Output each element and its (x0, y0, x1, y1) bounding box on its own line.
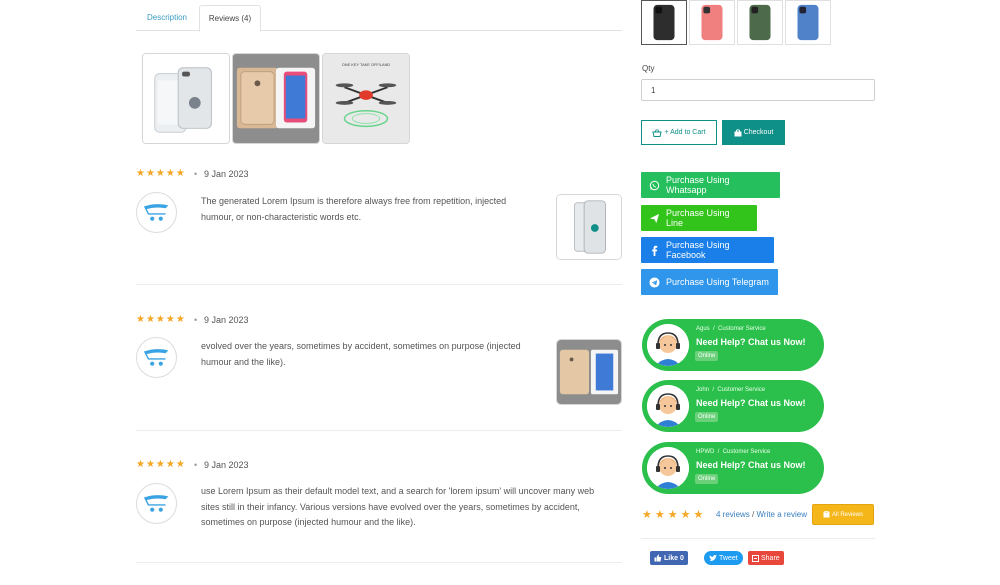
share-label: Share (761, 554, 780, 562)
purchase-whatsapp-label: Purchase Using Whatsapp (666, 175, 730, 195)
facebook-like-button[interactable]: Like 0 (650, 551, 688, 565)
agent-avatar (647, 385, 689, 427)
qty-label: Qty (642, 64, 655, 73)
chat-agent-card[interactable]: HPWD / Customer Service Need Help? Chat … (642, 442, 824, 494)
swatch-green-case[interactable] (737, 0, 783, 45)
swatch-black-case[interactable] (641, 0, 687, 45)
agent-meta: HPWD / Customer Service (696, 449, 771, 455)
chat-agent-card[interactable]: Agus / Customer Service Need Help? Chat … (642, 319, 824, 371)
purchase-telegram-button[interactable]: Purchase Using Telegram (641, 269, 778, 295)
separator-dot: • (194, 460, 198, 470)
svg-text:ONE KEY TAKE OFF/LAND: ONE KEY TAKE OFF/LAND (342, 62, 391, 67)
summary-divider (641, 538, 875, 539)
online-badge: Online (695, 412, 719, 422)
purchase-facebook-label: Purchase Using Facebook (666, 240, 730, 260)
review-divider (136, 284, 622, 285)
add-to-cart-label: + Add to Cart (664, 129, 706, 136)
chat-title: Need Help? Chat us Now! (696, 337, 806, 347)
swatch-pink-case[interactable] (689, 0, 735, 45)
gallery-thumb-drone[interactable]: ONE KEY TAKE OFF/LAND (322, 53, 410, 144)
review-date: 9 Jan 2023 (204, 169, 249, 179)
review-date: 9 Jan 2023 (204, 315, 249, 325)
gallery-thumb-silver-phone[interactable] (142, 53, 230, 144)
thumbs-up-icon (654, 554, 662, 562)
review-rating-stars: ★★★★★ (136, 314, 186, 325)
online-badge: Online (695, 351, 719, 361)
review-rating-stars: ★★★★★ (136, 459, 186, 470)
all-reviews-label: All Reviews (831, 511, 863, 518)
purchase-line-label: Purchase Using Line (666, 208, 730, 228)
basket-icon (652, 128, 663, 137)
summary-rating-stars: ★★★★★ (642, 509, 707, 521)
review-text: use Lorem Ipsum as their default model t… (201, 486, 595, 527)
tweet-button[interactable]: Tweet (704, 551, 743, 565)
reviews-count-link[interactable]: 4 reviews (716, 510, 750, 519)
gallery-thumb-gold-phone-box[interactable] (232, 53, 320, 144)
purchase-telegram-label: Purchase Using Telegram (666, 277, 769, 287)
review-photo[interactable] (556, 194, 622, 260)
reviewer-avatar (136, 337, 177, 378)
purchase-line-button[interactable]: Purchase Using Line (641, 205, 757, 231)
facebook-icon (652, 245, 658, 256)
agent-meta: Agus / Customer Service (696, 326, 766, 332)
checkout-label: Checkout (743, 129, 774, 136)
review-divider (136, 430, 622, 431)
tweet-label: Tweet (719, 554, 738, 562)
write-review-link[interactable]: Write a review (756, 510, 807, 519)
purchase-facebook-button[interactable]: Purchase Using Facebook (641, 237, 774, 263)
review-date: 9 Jan 2023 (204, 460, 249, 470)
review-text: evolved over the years, sometimes by acc… (201, 341, 521, 367)
review-text: The generated Lorem Ipsum is therefore a… (201, 196, 507, 222)
whatsapp-icon (649, 180, 660, 190)
share-button[interactable]: Share (748, 551, 784, 565)
paper-plane-icon (649, 213, 660, 223)
box-icon (823, 511, 830, 518)
chat-title: Need Help? Chat us Now! (696, 460, 806, 470)
tab-description[interactable]: Description (136, 5, 198, 31)
agent-avatar (647, 324, 689, 366)
share-icon (752, 554, 759, 562)
review-summary-links: 4 reviews / Write a review (716, 510, 807, 519)
shopping-bag-icon (734, 128, 742, 136)
checkout-button[interactable]: Checkout (722, 120, 785, 145)
chat-agent-card[interactable]: John / Customer Service Need Help? Chat … (642, 380, 824, 432)
reviewer-avatar (136, 483, 177, 524)
review-rating-stars: ★★★★★ (136, 168, 186, 179)
all-reviews-button[interactable]: All Reviews (812, 504, 874, 525)
online-badge: Online (695, 474, 719, 484)
product-tabs: Description Reviews (4) (136, 5, 622, 32)
agent-meta: John / Customer Service (696, 387, 766, 393)
review-photo[interactable] (556, 339, 622, 405)
add-to-cart-button[interactable]: + Add to Cart (641, 120, 717, 145)
twitter-bird-icon (709, 554, 717, 561)
review-divider (136, 562, 622, 563)
reviewer-avatar (136, 192, 177, 233)
like-label: Like 0 (664, 554, 684, 562)
chat-title: Need Help? Chat us Now! (696, 398, 806, 408)
tab-reviews[interactable]: Reviews (4) (199, 5, 261, 32)
qty-input[interactable] (641, 79, 875, 101)
telegram-icon (649, 276, 660, 288)
agent-avatar (647, 447, 689, 489)
separator-dot: • (194, 315, 198, 325)
swatch-blue-case[interactable] (785, 0, 831, 45)
separator-dot: • (194, 169, 198, 179)
purchase-whatsapp-button[interactable]: Purchase Using Whatsapp (641, 172, 780, 198)
